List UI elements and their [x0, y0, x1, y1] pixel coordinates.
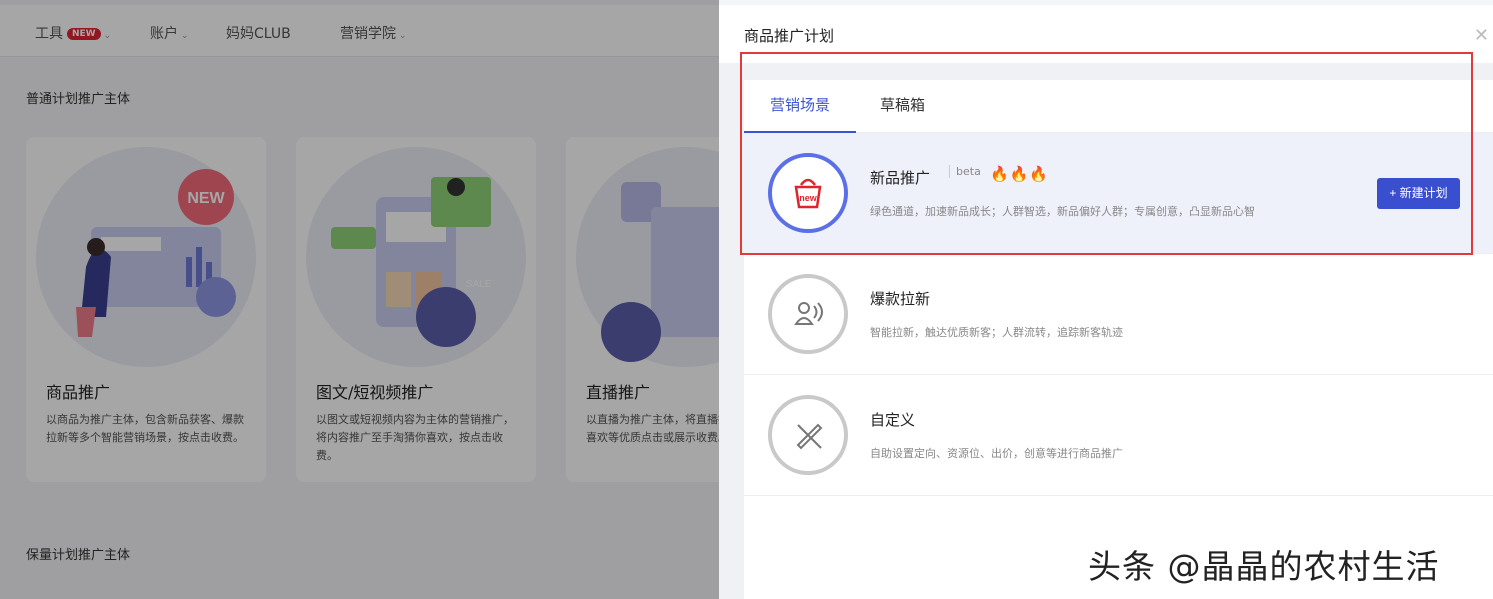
beta-tag: beta [949, 165, 981, 178]
tools-icon [768, 395, 848, 475]
scenario-panel: 营销场景 草稿箱 new 新品推广 beta 🔥🔥🔥 绿色通道，加速新品成长；人… [744, 80, 1493, 599]
flame-icon: 🔥🔥🔥 [990, 165, 1050, 183]
watermark: 头条 @晶晶的农村生活 [1088, 547, 1440, 586]
modal-overlay[interactable] [0, 0, 719, 599]
svg-text:new: new [799, 193, 818, 203]
scenario-title: 爆款拉新 [870, 290, 931, 308]
close-icon[interactable]: ✕ [1474, 25, 1489, 46]
new-bag-icon: new [768, 153, 848, 233]
drawer-title: 商品推广计划 [744, 27, 835, 45]
new-plan-button[interactable]: + 新建计划 [1377, 178, 1460, 209]
scenario-row-new-product[interactable]: new 新品推广 beta 🔥🔥🔥 绿色通道，加速新品成长；人群智选，新品偏好人… [744, 133, 1493, 254]
tab-drafts[interactable]: 草稿箱 [880, 80, 925, 133]
drawer-header: 商品推广计划 ✕ [719, 5, 1493, 63]
scenario-row-hot-acquisition[interactable]: 爆款拉新 智能拉新，触达优质新客；人群流转，追踪新客轨迹 [744, 254, 1493, 375]
scenario-row-custom[interactable]: 自定义 自助设置定向、资源位、出价，创意等进行商品推广 [744, 375, 1493, 496]
scenario-desc: 智能拉新，触达优质新客；人群流转，追踪新客轨迹 [870, 326, 1123, 339]
tab-bar: 营销场景 草稿箱 [744, 80, 1493, 133]
scenario-desc: 自助设置定向、资源位、出价，创意等进行商品推广 [870, 447, 1123, 460]
tab-marketing-scenes[interactable]: 营销场景 [744, 80, 856, 133]
scenario-title: 新品推广 [870, 169, 931, 187]
scenario-title: 自定义 [870, 411, 916, 429]
user-wave-icon [768, 274, 848, 354]
scenario-desc: 绿色通道，加速新品成长；人群智选，新品偏好人群；专属创意，凸显新品心智 [870, 205, 1255, 218]
plan-drawer: 商品推广计划 ✕ 营销场景 草稿箱 new 新品推广 beta 🔥🔥🔥 绿色通道… [719, 5, 1493, 599]
